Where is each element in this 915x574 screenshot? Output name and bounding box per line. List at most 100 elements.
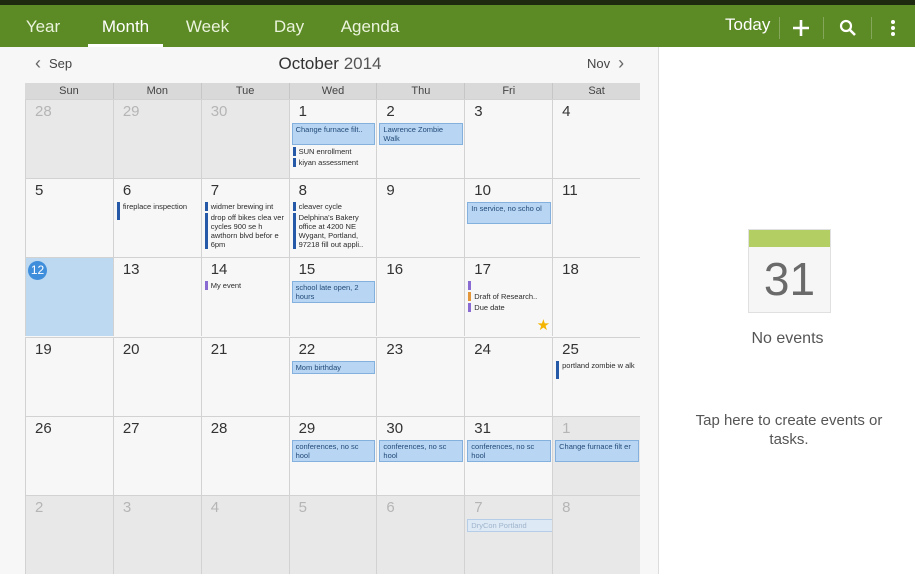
day-cell[interactable]: 30 conferences, no sc hool (376, 415, 465, 495)
event-item[interactable]: Change furnace filt er (555, 439, 639, 462)
tab-day[interactable]: Day (268, 13, 310, 47)
event-item[interactable]: Draft of Research.. (468, 292, 550, 302)
day-cell[interactable]: 13 (112, 257, 201, 337)
day-cell[interactable]: 1 Change furnace filt er (552, 415, 640, 495)
event-item[interactable]: kiyan assessment (292, 158, 375, 167)
day-cell[interactable]: 6 (376, 494, 465, 574)
day-cell[interactable]: 14 My event (200, 257, 289, 337)
day-cell[interactable]: 9 (376, 178, 465, 258)
day-cell[interactable]: 29 (112, 99, 201, 179)
day-cell[interactable]: 4 (200, 494, 289, 574)
event-item[interactable]: Change furnace filt.. (291, 123, 376, 145)
day-number: 5 (35, 182, 44, 200)
day-number: 12 (28, 261, 47, 281)
day-number: 6 (122, 182, 132, 200)
next-month-button[interactable]: Nov › (587, 54, 624, 72)
event-item[interactable]: school late open, 2 hours (291, 281, 376, 304)
day-number: 31 (474, 419, 491, 437)
day-cell[interactable]: 31 conferences, no sc hool (464, 415, 553, 495)
day-cell[interactable]: 3 (112, 494, 201, 574)
event-item[interactable]: fireplace inspection (116, 202, 199, 221)
star-icon: ★ (536, 317, 551, 335)
more-vert-icon[interactable] (878, 13, 908, 43)
event-item[interactable]: My event (204, 281, 287, 291)
day-number: 7 (210, 182, 220, 200)
day-cell[interactable]: 24 (464, 336, 553, 416)
day-cell[interactable]: 29 conferences, no sc hool (288, 415, 377, 495)
event-item[interactable]: conferences, no sc hool (467, 439, 552, 462)
day-cell[interactable]: 20 (112, 336, 201, 416)
day-cell[interactable]: 2 (25, 494, 113, 574)
day-detail-panel[interactable]: 31 No events Tap here to create events o… (658, 47, 915, 574)
day-number: 29 (298, 419, 316, 437)
day-number: 11 (562, 182, 578, 200)
event-item[interactable]: In service, no scho ol (467, 202, 552, 225)
day-cell[interactable]: 15 school late open, 2 hours (288, 257, 377, 337)
day-cell[interactable]: 5 (288, 494, 377, 574)
day-cell[interactable]: 6 fireplace inspection (112, 178, 201, 258)
day-number: 2 (35, 498, 44, 516)
day-number: 30 (386, 419, 404, 437)
prev-month-label: Sep (49, 55, 73, 71)
add-icon[interactable] (786, 13, 816, 43)
tab-agenda[interactable]: Agenda (335, 13, 405, 47)
day-cell[interactable]: 23 (376, 336, 465, 416)
calendar-icon: 31 (748, 229, 831, 313)
search-icon[interactable] (833, 13, 863, 43)
day-number: 4 (210, 498, 220, 516)
event-item[interactable]: conferences, no sc hool (379, 439, 464, 462)
day-cell[interactable]: 2 Lawrence Zombie Walk (376, 99, 465, 179)
day-cell[interactable]: 27 (112, 415, 201, 495)
event-item[interactable]: drop off bikes clea ver cycles 900 se h … (204, 213, 287, 250)
day-number: 25 (562, 340, 579, 358)
weekday-label: Wed (288, 83, 377, 99)
day-cell[interactable]: 10 In service, no scho ol (464, 178, 553, 258)
day-number: 8 (298, 182, 307, 200)
day-cell[interactable]: 8 (552, 494, 640, 574)
day-cell[interactable]: 18 (552, 257, 640, 337)
day-cell[interactable]: 16 (376, 257, 465, 337)
day-cell[interactable]: 5 (25, 178, 113, 258)
tab-week[interactable]: Week (180, 13, 235, 47)
day-cell[interactable]: 8 cleaver cycle Delphina's Bakery office a… (288, 178, 377, 258)
event-item[interactable]: cleaver cycle (292, 202, 375, 212)
day-cell-today[interactable]: 12 (25, 257, 113, 337)
tab-year[interactable]: Year (18, 13, 68, 47)
day-cell[interactable]: 30 (200, 99, 289, 179)
day-cell[interactable]: 25 portland zombie w alk (552, 336, 640, 416)
day-cell[interactable]: 7 DryCon Portland (464, 494, 639, 574)
day-cell[interactable]: 17 Draft of Research.. Due date ★ (464, 257, 553, 337)
event-item[interactable]: widmer brewing int (204, 202, 287, 212)
day-cell[interactable]: 28 (200, 415, 289, 495)
event-item[interactable] (468, 281, 550, 291)
create-event-hint[interactable]: Tap here to create events or tasks. (679, 411, 899, 449)
calendar-icon-number: 31 (763, 253, 816, 305)
day-cell[interactable]: 7 widmer brewing int drop off bikes clea v… (200, 178, 289, 258)
day-number: 20 (122, 340, 140, 358)
event-item[interactable]: Mom birthday (291, 360, 376, 374)
day-cell[interactable]: 26 (25, 415, 113, 495)
day-cell[interactable]: 4 (552, 99, 640, 179)
event-item[interactable]: Delphina's Bakery office at 4200 NE Wyga… (292, 213, 375, 250)
today-button[interactable]: Today (725, 15, 770, 35)
month-navigation: ‹ Sep October 2014 Nov › (0, 47, 658, 83)
event-item[interactable]: conferences, no sc hool (291, 439, 376, 462)
day-number: 15 (298, 261, 316, 279)
day-number: 7 (474, 498, 483, 516)
event-item[interactable]: Lawrence Zombie Walk (379, 123, 464, 145)
event-item[interactable]: SUN enrollment (292, 147, 375, 156)
day-cell[interactable]: 22 Mom birthday (288, 336, 377, 416)
day-number: 24 (474, 340, 491, 358)
day-cell[interactable]: 3 (464, 99, 553, 179)
prev-month-button[interactable]: ‹ Sep (35, 54, 73, 72)
day-cell[interactable]: 11 (552, 178, 640, 258)
event-item[interactable]: portland zombie w alk (556, 360, 638, 379)
day-cell[interactable]: 21 (200, 336, 289, 416)
day-cell[interactable]: 1 Change furnace filt.. SUN enrollment kiya… (288, 99, 377, 179)
day-number: 13 (122, 261, 140, 279)
day-number: 10 (474, 182, 491, 200)
day-cell[interactable]: 19 (25, 336, 113, 416)
tab-month[interactable]: Month (88, 13, 163, 47)
event-item[interactable]: Due date (468, 303, 550, 313)
day-cell[interactable]: 28 (25, 99, 113, 179)
